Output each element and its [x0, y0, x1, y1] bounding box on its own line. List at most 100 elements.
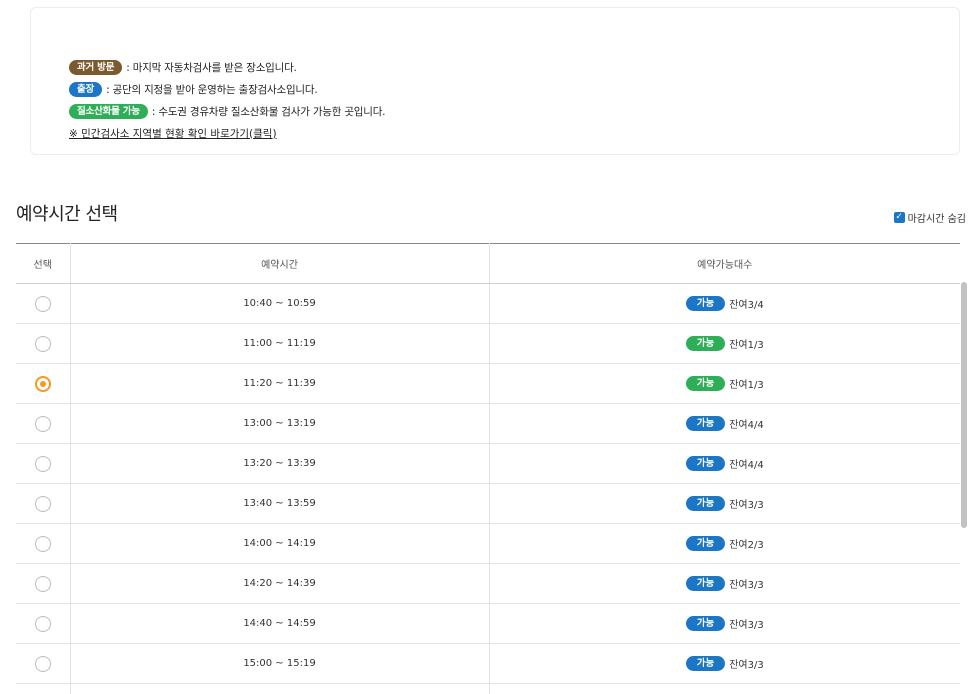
- status-badge: 가능: [685, 296, 726, 311]
- time-cell: 15:20 ~ 15:39: [69, 683, 489, 694]
- status-badge: 가능: [685, 576, 726, 591]
- hide-closed-label: 마감시간 숨김: [907, 214, 966, 225]
- availability-cell: 가능잔여3/3: [488, 563, 960, 604]
- status-badge: 가능: [685, 656, 726, 671]
- time-cell: 14:20 ~ 14:39: [69, 563, 489, 604]
- time-cell: 11:20 ~ 11:39: [69, 363, 489, 404]
- time-range: 13:00 ~ 13:19: [243, 418, 316, 429]
- remaining-count: 잔여4/4: [729, 420, 764, 431]
- legend-content: 과거 방문 : 마지막 자동차검사를 받은 장소입니다. 출장 : 공단의 지정…: [39, 16, 951, 146]
- legend-item-nox: 질소산화물 가능 : 수도권 경유차량 질소산화물 검사가 가능한 곳입니다.: [69, 100, 951, 122]
- time-cell: 14:40 ~ 14:59: [69, 603, 489, 644]
- time-cell: 13:00 ~ 13:19: [69, 403, 489, 444]
- availability-cell: 가능잔여3/3: [488, 683, 960, 694]
- time-cell: 13:40 ~ 13:59: [69, 483, 489, 524]
- select-cell[interactable]: [16, 483, 70, 524]
- time-slot-radio[interactable]: [34, 375, 51, 392]
- availability-cell: 가능 잔여1/3: [488, 363, 960, 404]
- availability-cell: 가능 잔여3/4: [488, 283, 960, 324]
- time-slot-radio[interactable]: [34, 495, 51, 512]
- time-slot-radio[interactable]: [34, 415, 51, 432]
- private-station-status-link[interactable]: ※ 민간검사소 지역별 현황 확인 바로가기(클릭): [69, 122, 951, 144]
- remaining-count: 잔여3/4: [729, 300, 764, 311]
- table-row[interactable]: 11:20 ~ 11:39 가능 잔여1/3: [16, 363, 960, 404]
- reservation-table-container: 선택 예약시간 예약가능대수 10:40 ~ 10:59 가능 잔여3/4 11:00…: [16, 243, 960, 694]
- table-row[interactable]: 13:00 ~ 13:19 가능 잔여4/4: [16, 403, 960, 444]
- select-cell[interactable]: [16, 563, 70, 604]
- time-range: 13:20 ~ 13:39: [243, 458, 316, 469]
- check-icon[interactable]: ✓: [893, 212, 905, 223]
- section-title: 예약시간 선택: [16, 204, 118, 225]
- remaining-count: 잔여3/3: [729, 500, 764, 511]
- table-body: 10:40 ~ 10:59 가능 잔여3/4 11:00 ~ 11:19 가능 잔여1/3…: [16, 283, 960, 694]
- time-range: 14:00 ~ 14:19: [243, 538, 316, 549]
- table-row[interactable]: 13:20 ~ 13:39 가능 잔여4/4: [16, 443, 960, 484]
- mobile-badge: 출장: [69, 81, 103, 97]
- table-row[interactable]: 14:00 ~ 14:19 가능 잔여2/3: [16, 523, 960, 564]
- header-availability: 예약가능대수: [488, 243, 960, 284]
- time-slot-radio[interactable]: [34, 615, 51, 632]
- header-time: 예약시간: [69, 243, 489, 284]
- time-slot-radio[interactable]: [34, 535, 51, 552]
- select-cell[interactable]: [16, 323, 70, 364]
- select-cell[interactable]: [16, 523, 70, 564]
- table-header-row: 선택 예약시간 예약가능대수: [16, 243, 960, 284]
- time-cell: 15:00 ~ 15:19: [69, 643, 489, 684]
- legend-item-past-visit: 과거 방문 : 마지막 자동차검사를 받은 장소입니다.: [69, 56, 951, 78]
- table-row[interactable]: 15:00 ~ 15:19 가능 잔여3/3: [16, 643, 960, 684]
- time-range: 14:40 ~ 14:59: [243, 618, 316, 629]
- status-badge: 가능: [685, 496, 726, 511]
- time-range: 14:20 ~ 14:39: [243, 578, 316, 589]
- availability-cell: 가능 잔여2/3: [488, 523, 960, 564]
- select-cell[interactable]: [16, 283, 70, 324]
- time-range: 11:00 ~ 11:19: [243, 338, 316, 349]
- vertical-scrollbar[interactable]: [961, 282, 967, 528]
- table-row[interactable]: 13:40 ~ 13:59 가능 잔여3/3: [16, 483, 960, 524]
- remaining-count: 잔여1/3: [729, 380, 764, 391]
- hide-closed-toggle[interactable]: ✓ 마감시간 숨김: [893, 210, 966, 225]
- availability-cell: 가능 잔여4/4: [488, 403, 960, 444]
- time-slot-radio[interactable]: [34, 655, 51, 672]
- status-badge: 가능: [685, 336, 726, 351]
- select-cell[interactable]: [16, 603, 70, 644]
- nox-badge: 질소산화물 가능: [69, 103, 148, 119]
- status-badge: 가능: [685, 416, 726, 431]
- past-visit-badge: 과거 방문: [69, 59, 123, 75]
- status-badge: 가능: [685, 376, 726, 391]
- table-row[interactable]: 11:00 ~ 11:19 가능 잔여1/3: [16, 323, 960, 364]
- remaining-count: 잔여3/3: [729, 580, 764, 591]
- select-cell[interactable]: [16, 683, 70, 694]
- legend-item-mobile: 출장 : 공단의 지정을 받아 운영하는 출장검사소입니다.: [69, 78, 951, 100]
- select-cell[interactable]: [16, 403, 70, 444]
- table-row[interactable]: 10:40 ~ 10:59 가능 잔여3/4: [16, 283, 960, 324]
- legend-panel: 과거 방문 : 마지막 자동차검사를 받은 장소입니다. 출장 : 공단의 지정…: [30, 7, 960, 155]
- mobile-description: : 공단의 지정을 받아 운영하는 출장검사소입니다.: [106, 83, 318, 96]
- time-range: 10:40 ~ 10:59: [243, 298, 316, 309]
- availability-cell: 가능잔여3/3: [488, 603, 960, 644]
- select-cell[interactable]: [16, 443, 70, 484]
- nox-description: : 수도권 경유차량 질소산화물 검사가 가능한 곳입니다.: [151, 105, 386, 118]
- table-row[interactable]: 14:40 ~ 14:59 가능 잔여3/3: [16, 603, 960, 644]
- select-cell[interactable]: [16, 643, 70, 684]
- table-row[interactable]: 14:20 ~ 14:39 가능 잔여3/3: [16, 563, 960, 604]
- time-slot-radio[interactable]: [34, 575, 51, 592]
- header-select: 선택: [16, 243, 70, 284]
- status-badge: 가능: [685, 616, 726, 631]
- time-slot-radio[interactable]: [34, 455, 51, 472]
- time-cell: 13:20 ~ 13:39: [69, 443, 489, 484]
- select-cell[interactable]: [16, 363, 70, 404]
- time-range: 13:40 ~ 13:59: [243, 498, 316, 509]
- availability-cell: 가능 잔여4/4: [488, 443, 960, 484]
- availability-cell: 가능 잔여1/3: [488, 323, 960, 364]
- reservation-table: 선택 예약시간 예약가능대수 10:40 ~ 10:59 가능 잔여3/4 11:00…: [16, 243, 960, 694]
- remaining-count: 잔여3/3: [729, 660, 764, 671]
- remaining-count: 잔여3/3: [729, 620, 764, 631]
- availability-cell: 가능잔여3/3: [488, 483, 960, 524]
- availability-cell: 가능잔여3/3: [488, 643, 960, 684]
- time-cell: 10:40 ~ 10:59: [69, 283, 489, 324]
- table-row[interactable]: 15:20 ~ 15:39가능잔여3/3: [16, 683, 960, 694]
- time-slot-radio[interactable]: [34, 335, 51, 352]
- time-slot-radio[interactable]: [34, 295, 51, 312]
- remaining-count: 잔여1/3: [729, 340, 764, 351]
- time-cell: 11:00 ~ 11:19: [69, 323, 489, 364]
